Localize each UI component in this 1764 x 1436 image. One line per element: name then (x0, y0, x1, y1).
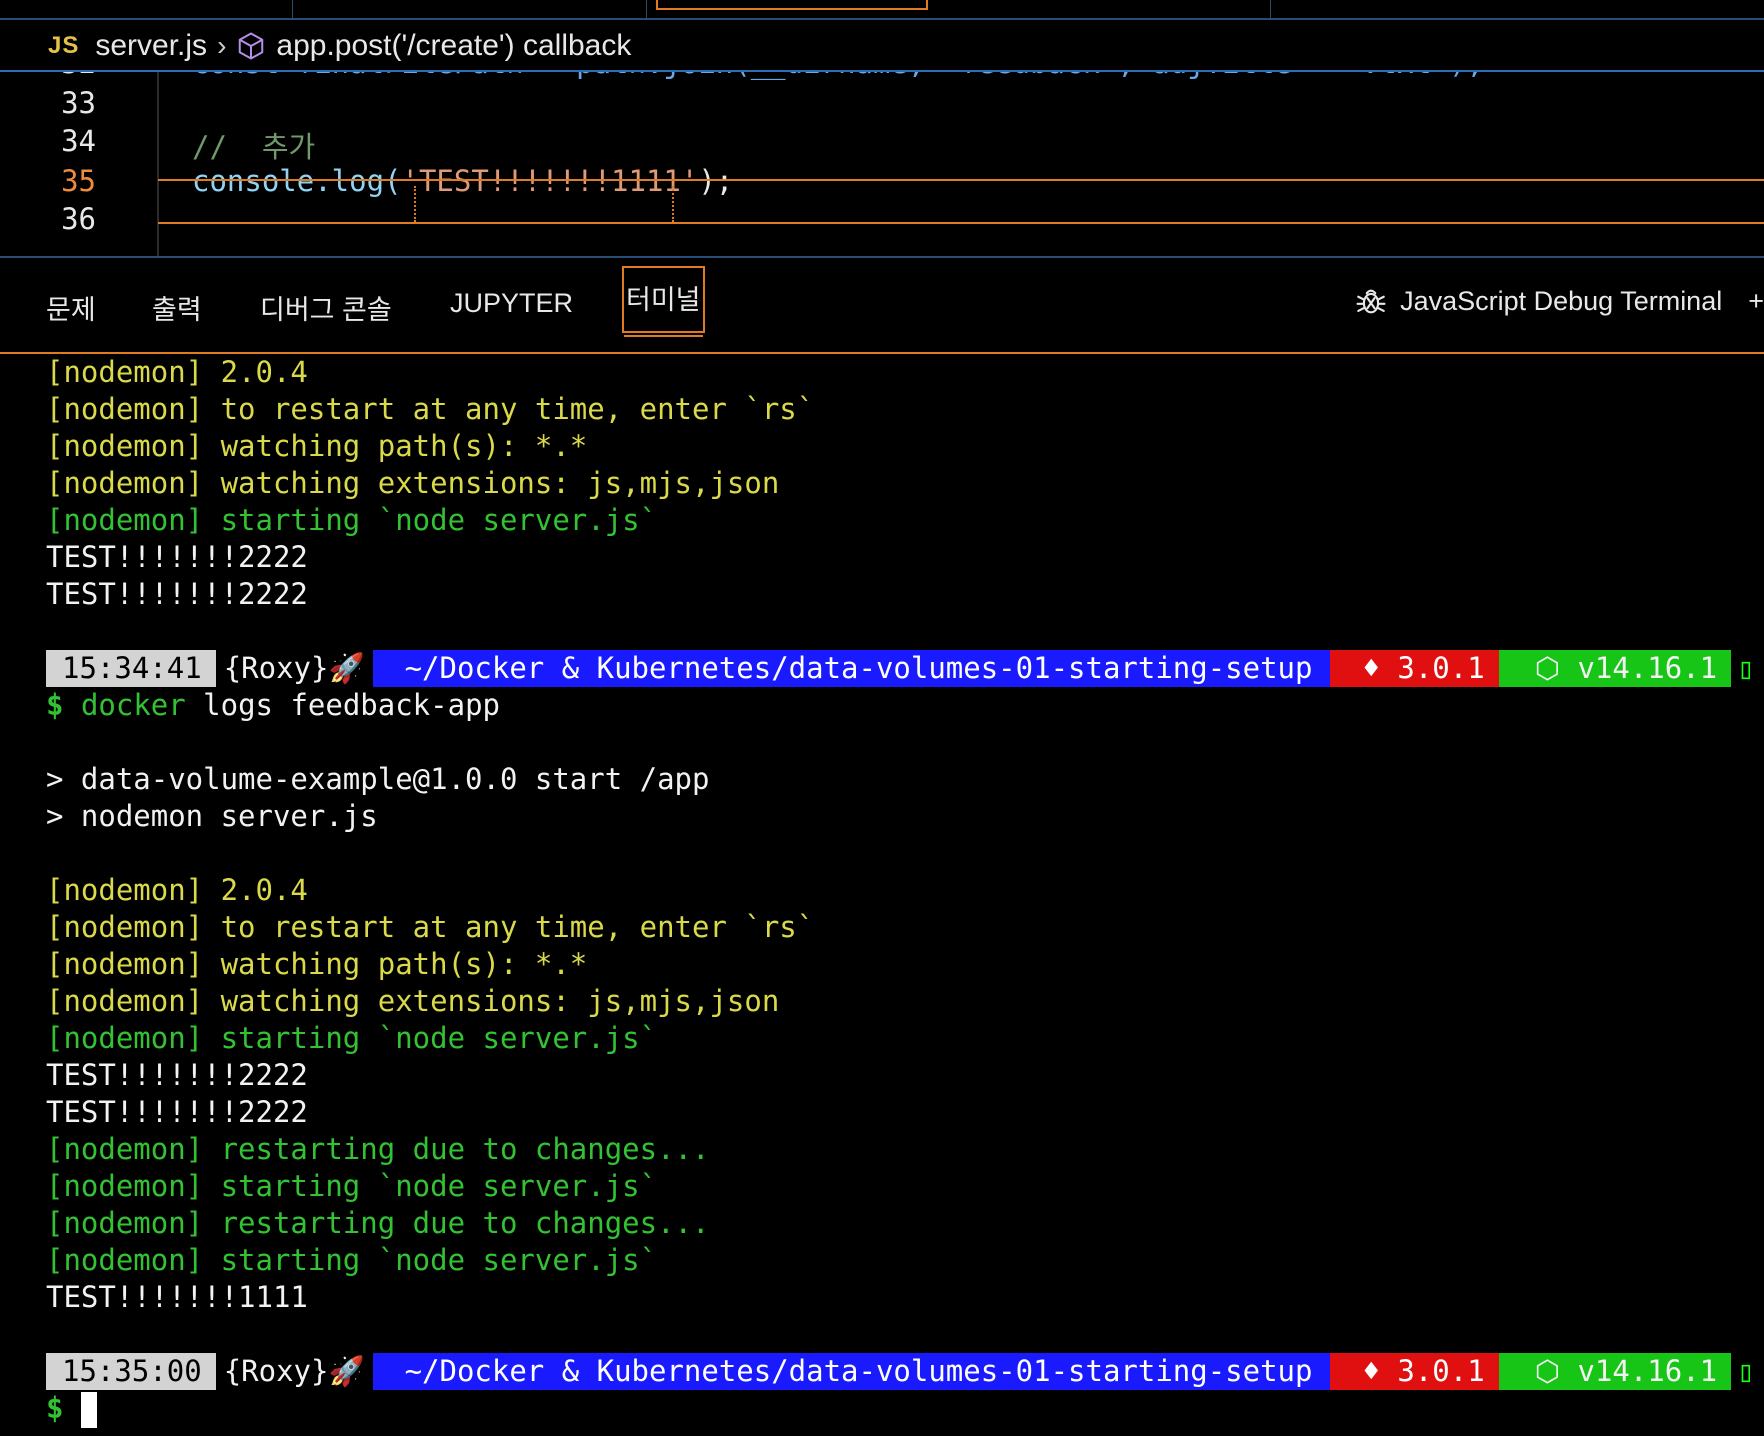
terminal-line: [nodemon] watching extensions: js,mjs,js… (46, 466, 780, 500)
tab-terminal-label: 터미널 (626, 285, 701, 315)
code-line[interactable]: const finalFilePath = path.join(__dirnam… (192, 72, 1484, 80)
tab-problems[interactable]: 문제 (46, 288, 96, 327)
prompt-time: 15:35:00 (46, 1353, 216, 1390)
line-number: 33 (61, 86, 96, 120)
editor-tab[interactable] (292, 0, 647, 18)
tab-strip-border (0, 18, 1764, 20)
terminal-line: [nodemon] 2.0.4 (46, 873, 308, 907)
line-number-current: 35 (61, 164, 96, 198)
javascript-file-icon: JS (48, 32, 80, 59)
terminal-line: TEST!!!!!!!2222 (46, 577, 308, 611)
command-args: logs feedback-app (203, 688, 500, 722)
current-line-highlight (158, 179, 1764, 224)
prompt-end-glyph: ▯ (1737, 1354, 1755, 1388)
terminal-line: TEST!!!!!!!1111 (46, 1280, 308, 1314)
terminal-input-line[interactable]: $ (46, 1390, 97, 1428)
prompt-time: 15:34:41 (46, 650, 216, 687)
breadcrumb: JS server.js › app.post('/create') callb… (0, 22, 1764, 70)
terminal-line: [nodemon] watching extensions: js,mjs,js… (46, 984, 780, 1018)
gutter-separator (157, 72, 159, 256)
prompt-node-version: ⬡ v14.16.1 (1498, 1353, 1732, 1390)
tab-terminal[interactable]: 터미널 (622, 266, 705, 337)
prompt-node-version: ⬡ v14.16.1 (1498, 650, 1732, 687)
line-number: 34 (61, 124, 96, 158)
prompt-end-glyph: ▯ (1737, 651, 1755, 685)
line-number: 32 (0, 72, 96, 80)
tab-output[interactable]: 출력 (152, 288, 202, 327)
terminal-line: TEST!!!!!!!2222 (46, 1058, 308, 1092)
terminal-line: [nodemon] restarting due to changes... (46, 1206, 710, 1240)
terminal-line: [nodemon] restarting due to changes... (46, 1132, 710, 1166)
terminal-line: [nodemon] watching path(s): *.* (46, 947, 588, 981)
prompt-user: {Roxy}🚀 (223, 1354, 365, 1388)
terminal-line: [nodemon] to restart at any time, enter … (46, 910, 815, 944)
shell-prompt: 15:34:41 {Roxy}🚀 ~/Docker & Kubernetes/d… (46, 650, 1755, 687)
editor-tab[interactable] (0, 0, 293, 18)
editor-tab-active[interactable] (656, 0, 928, 10)
prompt-path: ~/Docker & Kubernetes/data-volumes-01-st… (372, 1353, 1331, 1390)
tab-debug-console[interactable]: 디버그 콘솔 (260, 288, 392, 327)
terminal-line: [nodemon] starting `node server.js` (46, 503, 658, 537)
code-comment[interactable]: // 추가 (192, 124, 315, 166)
prompt-dollar: $ (46, 1391, 64, 1425)
terminal-line: [nodemon] starting `node server.js` (46, 1243, 658, 1277)
line-number: 36 (61, 202, 96, 236)
prompt-dollar: $ (46, 688, 64, 722)
selection-end-marker (672, 186, 674, 222)
terminal-command-line: $ docker logs feedback-app (46, 687, 500, 724)
terminal-type-selector[interactable]: JavaScript Debug Terminal + (1354, 284, 1764, 318)
chevron-right-icon: › (217, 30, 227, 61)
method-cube-icon (239, 32, 264, 60)
terminal-line: > data-volume-example@1.0.0 start /app (46, 762, 710, 796)
shell-prompt: 15:35:00 {Roxy}🚀 ~/Docker & Kubernetes/d… (46, 1353, 1755, 1390)
prompt-path: ~/Docker & Kubernetes/data-volumes-01-st… (372, 650, 1331, 687)
breadcrumb-symbol[interactable]: app.post('/create') callback (276, 29, 631, 63)
prompt-ruby-version: ♦ 3.0.1 (1330, 650, 1499, 687)
terminal-line: TEST!!!!!!!2222 (46, 540, 308, 574)
terminal-line: [nodemon] watching path(s): *.* (46, 429, 588, 463)
editor-tab[interactable] (934, 0, 1271, 18)
terminal-line: [nodemon] starting `node server.js` (46, 1169, 658, 1203)
add-terminal-button[interactable]: + (1748, 286, 1764, 317)
command-name: docker (80, 688, 186, 722)
tab-jupyter[interactable]: JUPYTER (450, 288, 573, 319)
panel-tab-bar: 문제 출력 디버그 콘솔 JUPYTER 터미널 JavaScript Debu… (0, 258, 1764, 352)
prompt-user: {Roxy}🚀 (223, 651, 365, 685)
terminal-line: TEST!!!!!!!2222 (46, 1095, 308, 1129)
terminal-type-label: JavaScript Debug Terminal (1400, 285, 1723, 316)
terminal-line: [nodemon] starting `node server.js` (46, 1021, 658, 1055)
code-editor[interactable]: 32 const finalFilePath = path.join(__dir… (0, 72, 1764, 256)
terminal-cursor[interactable] (80, 1392, 97, 1428)
terminal-line: > nodemon server.js (46, 799, 378, 833)
bug-icon (1356, 289, 1386, 314)
selection-start-marker (414, 186, 416, 222)
breadcrumb-file[interactable]: server.js (95, 29, 207, 63)
editor-tab-strip (0, 0, 1764, 18)
prompt-ruby-version: ♦ 3.0.1 (1330, 1353, 1499, 1390)
terminal-line: [nodemon] to restart at any time, enter … (46, 392, 815, 426)
terminal-line: [nodemon] 2.0.4 (46, 355, 308, 389)
